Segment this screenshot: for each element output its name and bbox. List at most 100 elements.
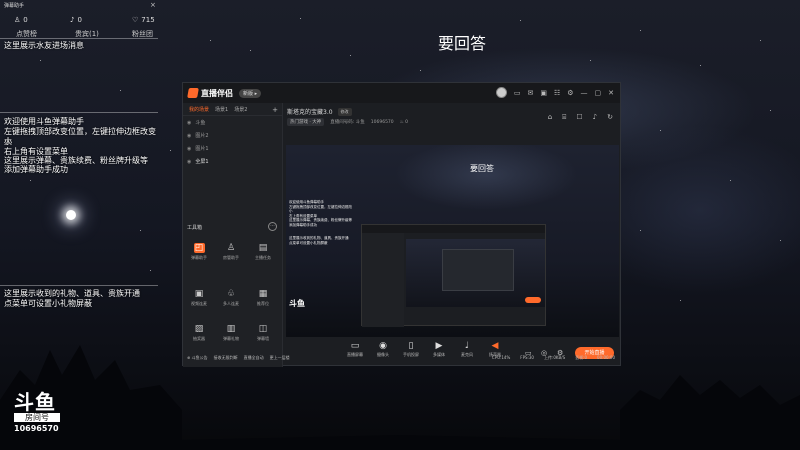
avatar[interactable] — [495, 87, 507, 98]
tool-danmu-wall[interactable]: ◫ 弹幕墙 — [249, 324, 277, 342]
category-badge[interactable]: 热门游戏 · 大神 — [287, 118, 325, 126]
status-metrics: CPU:14% FPS:30 上传:0KB/S 丢帧:0 00:00:00 — [492, 355, 615, 361]
scene-item[interactable]: ◉ 斗鱼 — [183, 116, 282, 129]
tool-room-admin[interactable]: ♙ 房管助手 — [217, 243, 245, 261]
minimize-icon[interactable]: — — [581, 89, 588, 97]
tip-line: 左键拖拽顶部改变位置，左键拉伸边框改变大 — [4, 127, 156, 146]
task-icon: ▤ — [258, 243, 268, 253]
danmu-icon: ◰ — [193, 243, 205, 253]
person-icon: ♙ — [14, 16, 21, 24]
overlay-text: 要回答 — [438, 34, 487, 53]
live-companion-window[interactable]: 直播伴侣 新版 ▸ ▭ ✉ ▣ ☷ ⚙ — ▢ ✕ 我的场景 场景1 场景2 +… — [182, 82, 621, 367]
room-name[interactable]: 斯塔克的宝藏3.0 — [287, 107, 333, 116]
window-icon[interactable]: ☐ — [576, 113, 582, 122]
preview-overlay-text: 要回答 — [470, 164, 494, 173]
room-meta: 热门游戏 · 大神 直播间号码: 斗鱼 10696570 ♨ 0 — [287, 118, 408, 126]
scene-item[interactable]: ◉ 图片1 — [183, 142, 282, 155]
notification-icon[interactable]: ♪ — [593, 113, 597, 122]
gift-icon[interactable]: ▣ — [540, 89, 547, 97]
tab-scene-1[interactable]: 场景1 — [215, 106, 228, 113]
divider — [0, 38, 158, 39]
mail-icon[interactable]: ✉ — [527, 89, 533, 97]
tool-danmu-assistant[interactable]: ◰ 弹幕助手 — [185, 243, 213, 261]
screen-icon: ◫ — [258, 324, 268, 334]
eye-icon[interactable]: ◉ — [187, 120, 191, 126]
share-icon[interactable]: ↻ — [607, 113, 613, 122]
bell-icon: ♪ — [70, 16, 75, 24]
preview-line: 点菜单可设置小礼物屏蔽 — [289, 240, 328, 245]
calendar-icon[interactable]: ⌸ — [562, 113, 566, 122]
tool-lottery[interactable]: ▨ 抽奖器 — [185, 324, 213, 342]
scene-icon: ▥ — [226, 324, 236, 334]
scene-tabs: 我的场景 场景1 场景2 — [183, 103, 282, 116]
eye-icon[interactable]: ◉ — [187, 159, 191, 165]
add-scene-button[interactable]: + — [272, 106, 278, 114]
stream-preview[interactable]: 要回答 欢迎使用斗鱼弹幕助手 左键拖拽顶部改变位置，左键拉伸边框改 小 右上角有… — [286, 145, 619, 337]
status-item[interactable]: ⊕ 斗鱼公告 — [187, 355, 208, 361]
tab-my-scene[interactable]: 我的场景 — [189, 106, 209, 113]
tool-danmu-gift[interactable]: ▥ 弹幕礼物 — [217, 324, 245, 342]
nested-live-button — [525, 297, 541, 303]
douyu-logo: 斗鱼 — [14, 390, 56, 414]
users-icon: ♙ — [226, 243, 236, 253]
version-badge[interactable]: 新版 ▸ — [239, 88, 262, 98]
tool-label: 弹幕礼物 — [223, 336, 239, 341]
divider — [0, 285, 158, 286]
home-icon[interactable]: ⌂ — [548, 113, 552, 122]
maximize-icon[interactable]: ▢ — [595, 89, 602, 97]
stat-likes[interactable]: ♙ 0 — [14, 16, 28, 24]
divider — [0, 112, 158, 113]
scene-item[interactable]: ◉ 全屏1 — [183, 155, 282, 168]
enter-message: 这里展示水友进场消息 — [4, 41, 84, 50]
heart-icon: ♡ — [132, 16, 139, 24]
stat-value: 0 — [77, 16, 82, 24]
tool-anchor-task[interactable]: ▤ 主播任务 — [249, 243, 277, 261]
scene-label: 图片2 — [195, 133, 209, 139]
room-id-label: 直播间号码: 斗鱼 — [330, 120, 365, 125]
screen-icon[interactable]: ▭ — [514, 89, 521, 97]
eye-icon[interactable]: ◉ — [187, 146, 191, 152]
close-icon[interactable]: ✕ — [608, 89, 614, 97]
nested-app-capture — [361, 224, 546, 327]
status-item[interactable]: 更上一层楼 — [270, 355, 290, 361]
tool-label: 弹幕助手 — [191, 255, 207, 260]
app-logo: 直播伴侣 — [187, 88, 233, 99]
tool-label: 弹幕墙 — [257, 336, 269, 341]
gift-message: 这里展示收到的礼物、道具、贵族开通 — [4, 289, 140, 298]
draw-icon: ▨ — [194, 324, 204, 334]
preview-line: 左键拖拽顶部改变位置，左键拉伸边框改 — [289, 204, 352, 209]
tip-line: 添加弹幕助手成功 — [4, 165, 68, 174]
room-id: 10696570 — [370, 119, 394, 125]
room-number: 10696570 — [14, 424, 59, 433]
more-icon[interactable]: ··· — [268, 222, 277, 231]
tool-label: 多人连麦 — [223, 301, 239, 306]
tool-recommend[interactable]: ▦ 推荐位 — [249, 289, 277, 307]
eye-icon[interactable]: ◉ — [187, 133, 191, 139]
scene-sidebar: 我的场景 场景1 场景2 + ◉ 斗鱼 ◉ 图片2 ◉ 图片1 ◉ 全屏1 工具箱 ··… — [183, 103, 283, 367]
menu-icon[interactable]: ☷ — [554, 89, 560, 97]
app-title: 直播伴侣 — [201, 88, 233, 98]
settings-icon[interactable]: ⚙ — [567, 89, 573, 97]
scene-label: 斗鱼 — [195, 120, 206, 126]
stat-fans[interactable]: ♡ 715 — [132, 16, 155, 24]
tab-scene-2[interactable]: 场景2 — [234, 106, 247, 113]
danmu-assistant-panel[interactable]: 弹幕助手 × ♙ 0 ♪ 0 ♡ 715 点赞榜 贵宾(1) 粉丝团 这里展示水… — [0, 0, 160, 308]
status-bar: ⊕ 斗鱼公告 接收无限判断 直播全自动 更上一层楼 CPU:14% FPS:30… — [183, 349, 621, 366]
title-bar[interactable]: 直播伴侣 新版 ▸ ▭ ✉ ▣ ☷ ⚙ — ▢ ✕ — [183, 83, 620, 103]
scene-label: 全屏1 — [195, 159, 209, 165]
scene-label: 图片1 — [195, 146, 209, 152]
tool-video-link[interactable]: ▣ 视频连麦 — [185, 289, 213, 307]
video-icon: ▣ — [194, 289, 204, 299]
tool-multi-link[interactable]: ♧ 多人连麦 — [217, 289, 245, 307]
stat-vip[interactable]: ♪ 0 — [70, 16, 82, 24]
live-timer: 00:00:00 — [597, 354, 615, 360]
nested-sidebar — [362, 233, 404, 327]
content-toolbar: ⌂ ⌸ ☐ ♪ ↻ — [548, 113, 613, 122]
tool-label: 主播任务 — [255, 255, 271, 260]
douyu-watermark: 斗鱼 房间号 10696570 — [14, 392, 60, 433]
tip-line: 欢迎使用斗鱼弹幕助手 — [4, 117, 84, 126]
edit-tag[interactable]: 修改 — [337, 107, 352, 116]
close-icon[interactable]: × — [150, 1, 156, 9]
scene-item[interactable]: ◉ 图片2 — [183, 129, 282, 142]
preview-messages: 欢迎使用斗鱼弹幕助手 左键拖拽顶部改变位置，左键拉伸边框改 小 右上角有设置菜单… — [289, 200, 352, 245]
